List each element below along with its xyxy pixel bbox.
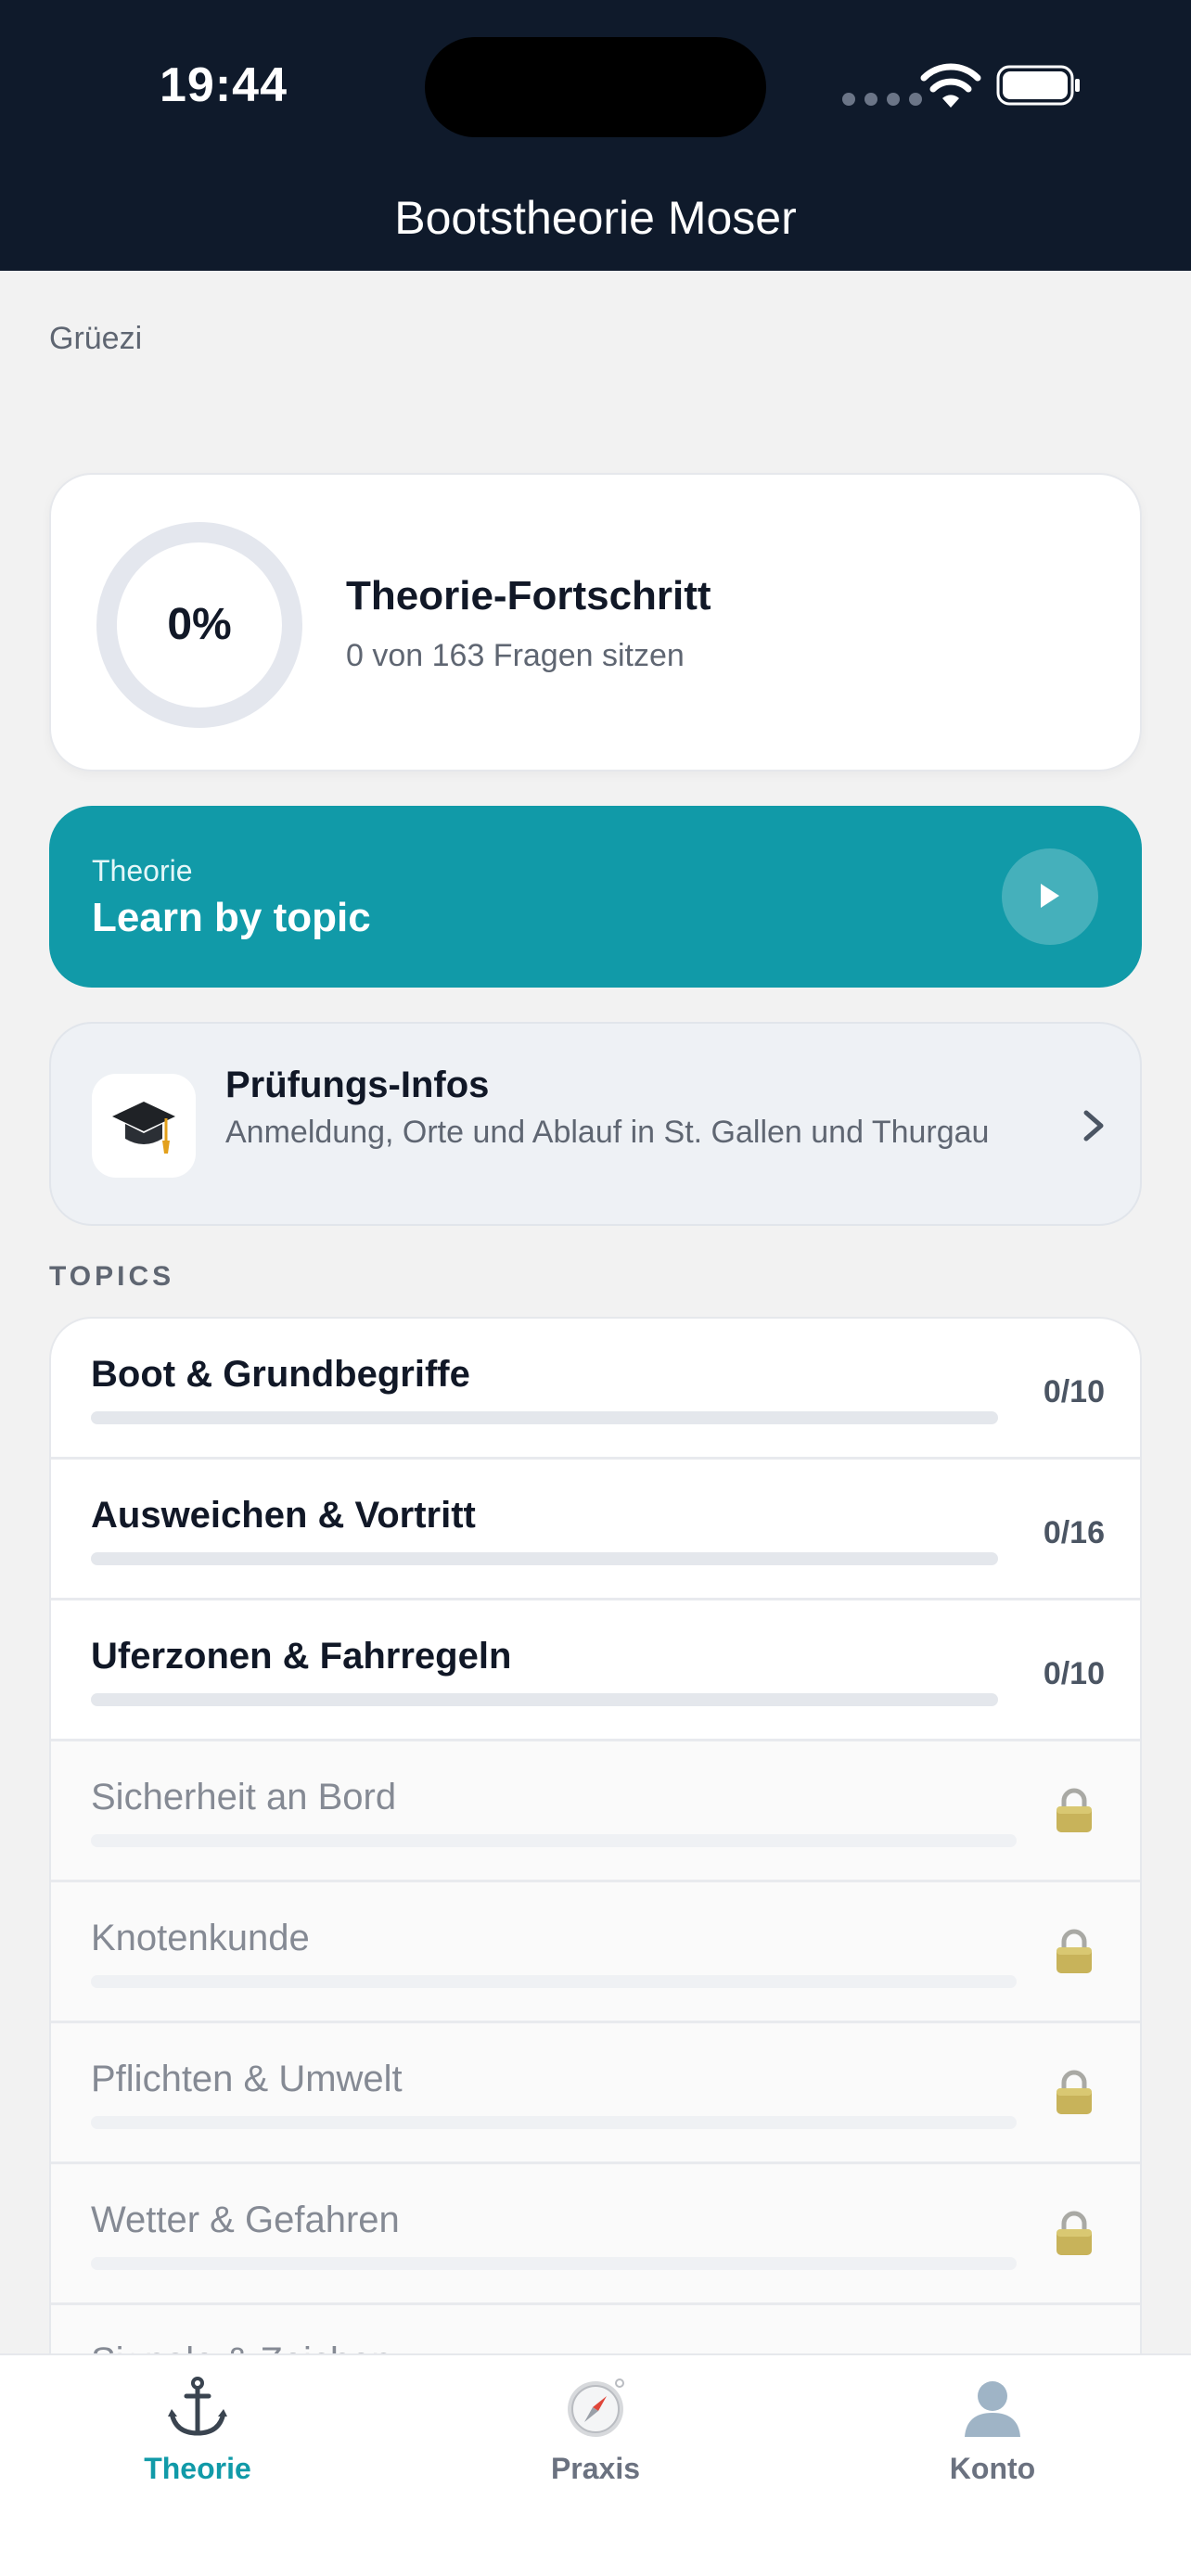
compass-icon [568,2378,624,2437]
topic-progress-bar [91,1411,998,1424]
app-header: 19:44 Bootstheorie Moser [0,0,1191,271]
topic-row-uferzonen-fahrregeln[interactable]: Uferzonen & Fahrregeln 0/10 [51,1600,1140,1741]
topic-count: 0/16 [1043,1515,1105,1550]
exam-info-icon-box [92,1074,196,1178]
learn-kicker: Theorie [92,854,193,887]
progress-percent: 0% [167,600,232,649]
topic-name: Knotenkunde [91,1918,310,1958]
tab-label: Theorie [144,2452,251,2485]
wifi-icon [920,63,981,108]
topic-row-boot-grundbegriffe[interactable]: Boot & Grundbegriffe 0/10 [51,1319,1140,1460]
topic-row-pflichten-umwelt[interactable]: Pflichten & Umwelt [51,2023,1140,2164]
battery-icon [996,65,1080,106]
exam-info-title: Prüfungs-Infos [225,1065,490,1105]
topic-row-wetter-gefahren[interactable]: Wetter & Gefahren [51,2164,1140,2305]
tab-bar: Theorie Praxis Konto [0,2353,1191,2576]
tab-label: Praxis [550,2452,641,2485]
progress-title: Theorie-Fortschritt [346,573,711,618]
chevron-right-icon [1083,1110,1104,1141]
exam-info-card[interactable]: Prüfungs-Infos Anmeldung, Orte und Ablau… [49,1022,1142,1226]
topic-name: Uferzonen & Fahrregeln [91,1636,512,1677]
topic-progress-bar [91,1552,998,1565]
learn-title: Learn by topic [92,895,371,940]
topic-progress-bar [91,1693,998,1706]
tab-theorie[interactable]: Theorie [58,2355,337,2504]
topic-name: Sicherheit an Bord [91,1777,397,1817]
lock-icon [1057,1929,1092,1973]
lock-icon [1057,1788,1092,1832]
topic-name: Wetter & Gefahren [91,2200,400,2240]
topic-name: Pflichten & Umwelt [91,2059,403,2099]
exam-info-description: Anmeldung, Orte und Ablauf in St. Gallen… [225,1115,990,1150]
topic-progress-bar [91,1834,1017,1847]
topic-row-sicherheit-an-bord[interactable]: Sicherheit an Bord [51,1741,1140,1882]
topic-progress-bar [91,2257,1017,2270]
screen: 19:44 Bootstheorie Moser Grüezi 0% Theor… [0,0,1191,2576]
play-icon [1041,884,1059,908]
tab-label: Konto [949,2452,1036,2485]
tab-konto[interactable]: Konto [853,2355,1132,2504]
cellular-signal-icon [842,93,922,106]
learn-by-topic-button[interactable]: Theorie Learn by topic [49,806,1142,988]
lock-icon [1057,2211,1092,2255]
person-icon [965,2381,1020,2437]
topic-name: Boot & Grundbegriffe [91,1354,470,1395]
topic-progress-bar [91,1975,1017,1988]
progress-subtitle: 0 von 163 Fragen sitzen [346,638,685,673]
topic-progress-bar [91,2116,1017,2129]
topic-name: Ausweichen & Vortritt [91,1495,476,1536]
topic-count: 0/10 [1043,1374,1105,1409]
topic-row-knotenkunde[interactable]: Knotenkunde [51,1882,1140,2023]
play-button[interactable] [1002,848,1098,945]
topic-count: 0/10 [1043,1656,1105,1691]
topics-section-label: TOPICS [49,1261,175,1292]
progress-card: 0% Theorie-Fortschritt 0 von 163 Fragen … [49,473,1142,772]
tab-praxis[interactable]: Praxis [456,2355,735,2504]
anchor-icon [168,2377,227,2436]
status-time: 19:44 [160,58,288,112]
app-title: Bootstheorie Moser [394,192,797,244]
topic-row-ausweichen-vortritt[interactable]: Ausweichen & Vortritt 0/16 [51,1460,1140,1600]
dynamic-island [425,37,766,137]
topic-list: Boot & Grundbegriffe 0/10 Ausweichen & V… [49,1317,1142,2429]
greeting-text: Grüezi [49,321,143,356]
lock-icon [1057,2070,1092,2114]
graduation-cap-icon [112,1102,175,1154]
